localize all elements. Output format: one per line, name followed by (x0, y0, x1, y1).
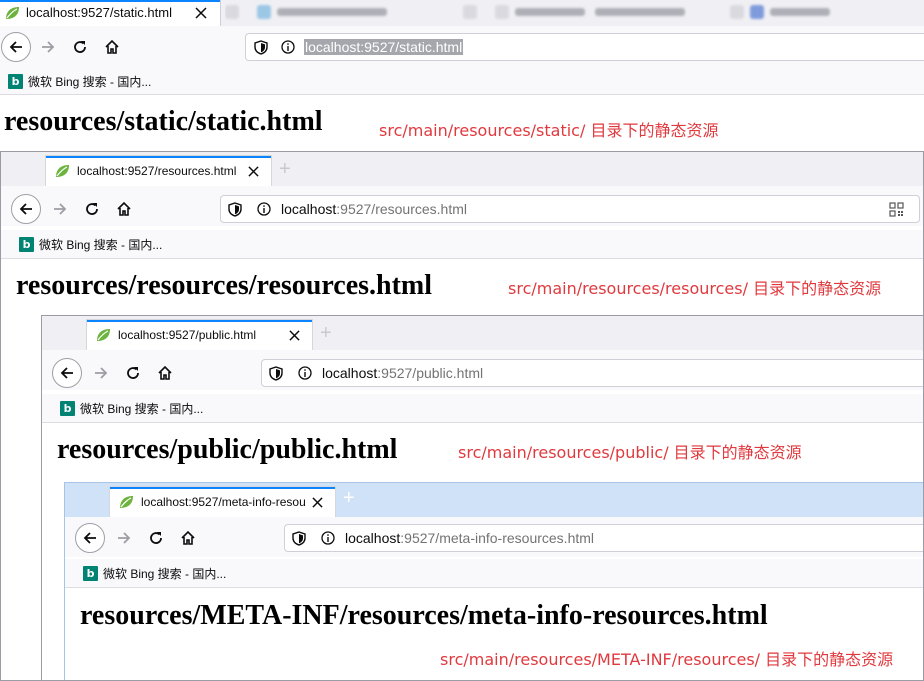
page-heading: resources/public/public.html (57, 434, 398, 465)
spring-leaf-icon (120, 496, 133, 508)
url-bar[interactable]: localhost:9527/meta-info-resources.html (284, 524, 923, 552)
tab-title: localhost:9527/resources.html (77, 164, 237, 178)
tab-accent (0, 0, 220, 2)
spring-leaf-icon (97, 329, 110, 341)
background-tabs (225, 0, 924, 24)
page-heading: resources/META-INF/resources/meta-info-r… (80, 600, 768, 631)
tab-active[interactable]: localhost:9527/meta-info-resources.html (110, 487, 335, 517)
close-icon[interactable] (248, 166, 259, 177)
shield-icon[interactable] (228, 202, 242, 217)
url-text: localhost:9527/meta-info-resources.html (345, 530, 595, 546)
close-icon[interactable] (195, 7, 207, 19)
bookmark-bing[interactable]: b 微软 Bing 搜索 - 国内... (60, 400, 203, 417)
plus-icon[interactable]: + (279, 158, 291, 181)
home-icon (105, 39, 119, 54)
reload-button[interactable] (69, 36, 91, 58)
tab-accent (110, 487, 335, 489)
back-arrow-icon (83, 532, 96, 544)
forward-button[interactable] (37, 36, 59, 58)
bookmark-bing[interactable]: b 微软 Bing 搜索 - 国内... (83, 565, 226, 582)
close-icon[interactable] (289, 330, 300, 341)
back-button[interactable] (11, 194, 41, 224)
home-icon (158, 365, 172, 380)
bookmark-label: 微软 Bing 搜索 - 国内... (80, 402, 204, 416)
page-note: src/main/resources/META-INF/resources/ 目… (440, 650, 894, 669)
bookmark-bing[interactable]: b 微软 Bing 搜索 - 国内... (19, 236, 162, 253)
reload-icon (127, 367, 139, 379)
url-bar[interactable]: localhost:9527/resources.html (220, 195, 920, 223)
page-note: src/main/resources/resources/ 目录下的静态资源 (508, 279, 882, 298)
home-icon (181, 530, 195, 545)
bookmark-label: 微软 Bing 搜索 - 国内... (103, 567, 227, 581)
bing-icon: b (60, 401, 75, 416)
info-icon[interactable] (257, 202, 271, 216)
url-bar[interactable]: localhost:9527/public.html (261, 359, 923, 387)
close-icon[interactable] (312, 497, 323, 508)
forward-arrow-icon (42, 41, 55, 53)
home-button[interactable] (101, 36, 123, 58)
home-icon (117, 201, 131, 216)
forward-button[interactable] (113, 527, 135, 549)
home-button[interactable] (154, 362, 176, 384)
page-heading: resources/resources/resources.html (16, 270, 433, 301)
page-note: src/main/resources/public/ 目录下的静态资源 (458, 443, 802, 462)
info-icon[interactable] (321, 531, 335, 545)
tab-title: localhost:9527/meta-info-resources.html (141, 495, 306, 509)
tab-title: localhost:9527/public.html (118, 328, 257, 342)
reload-button[interactable] (145, 527, 167, 549)
url-text: localhost:9527/static.html (304, 39, 464, 55)
back-arrow-icon (9, 41, 22, 53)
screenshot-resources: localhost:9527/resources.html + localhos… (0, 151, 924, 681)
info-icon[interactable] (298, 366, 312, 380)
bing-icon: b (19, 237, 34, 252)
forward-arrow-icon (54, 203, 67, 215)
bookmark-label: 微软 Bing 搜索 - 国内... (39, 238, 163, 252)
tab-active[interactable]: localhost:9527/resources.html (46, 156, 271, 186)
page-heading: resources/static/static.html (4, 106, 323, 137)
forward-arrow-icon (118, 532, 131, 544)
screenshot-meta-info: localhost:9527/meta-info-resources.html … (64, 482, 923, 680)
page-note: src/main/resources/static/ 目录下的静态资源 (379, 121, 719, 140)
reload-icon (86, 203, 98, 215)
url-text: localhost:9527/public.html (322, 365, 484, 381)
tab-active[interactable]: localhost:9527/static.html (0, 0, 220, 26)
shield-icon[interactable] (254, 40, 268, 55)
shield-icon[interactable] (269, 366, 283, 381)
bookmark-label: 微软 Bing 搜索 - 国内... (28, 75, 152, 89)
home-button[interactable] (177, 527, 199, 549)
tab-accent (87, 320, 312, 322)
back-button[interactable] (75, 523, 105, 553)
tab-title: localhost:9527/static.html (26, 5, 172, 20)
spring-leaf-icon (56, 165, 69, 177)
bing-icon: b (8, 74, 23, 89)
plus-icon[interactable]: + (343, 487, 355, 510)
info-icon[interactable] (281, 40, 295, 54)
back-arrow-icon (60, 367, 73, 379)
qr-code-icon[interactable] (889, 202, 904, 217)
screenshot-public: localhost:9527/public.html + localhost:9… (41, 315, 923, 680)
reload-button[interactable] (122, 362, 144, 384)
tab-active[interactable]: localhost:9527/public.html (87, 320, 312, 350)
spring-leaf-icon (6, 7, 19, 19)
bookmark-bing[interactable]: b 微软 Bing 搜索 - 国内... (8, 73, 151, 90)
reload-icon (74, 41, 86, 53)
back-button[interactable] (1, 32, 31, 62)
reload-icon (150, 532, 162, 544)
url-text: localhost:9527/resources.html (281, 201, 467, 217)
reload-button[interactable] (81, 198, 103, 220)
tab-accent (46, 156, 271, 158)
plus-icon[interactable]: + (320, 322, 332, 345)
back-button[interactable] (52, 358, 82, 388)
forward-button[interactable] (90, 362, 112, 384)
forward-arrow-icon (95, 367, 108, 379)
forward-button[interactable] (49, 198, 71, 220)
shield-icon[interactable] (292, 531, 306, 546)
bing-icon: b (83, 566, 98, 581)
url-bar[interactable]: localhost:9527/static.html (245, 33, 924, 61)
back-arrow-icon (19, 203, 32, 215)
home-button[interactable] (113, 198, 135, 220)
